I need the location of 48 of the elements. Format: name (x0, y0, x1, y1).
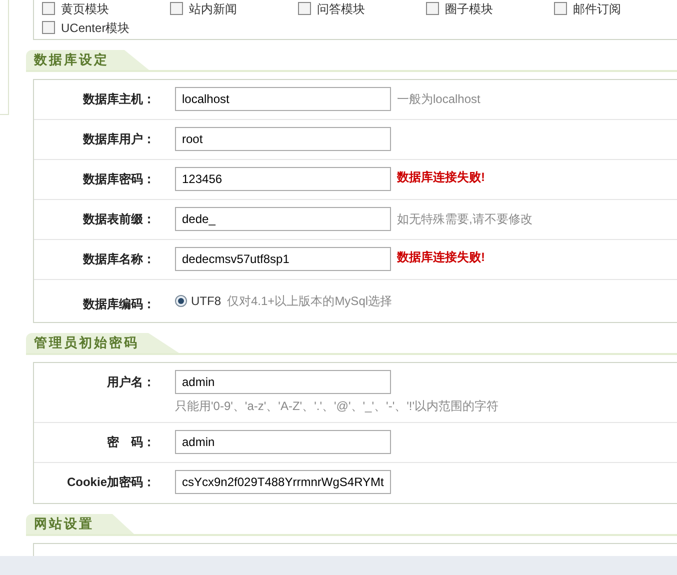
text-field[interactable]: admin (175, 430, 391, 454)
field-value: admin (182, 434, 215, 451)
field-value: 123456 (182, 171, 222, 188)
section-header: 数据库设定 (26, 50, 149, 70)
checkbox[interactable] (170, 2, 183, 15)
field-label: 密 码： (106, 434, 155, 451)
field-label: 用户名： (106, 374, 155, 391)
checkbox-label: 圈子模块 (445, 0, 493, 18)
field-label: 数据表前缀： (82, 211, 155, 228)
checkbox[interactable] (298, 2, 311, 15)
field-label: 数据库密码： (82, 171, 155, 188)
section-header: 管理员初始密码 (26, 333, 179, 353)
hint-text: 如无特殊需要,请不要修改 (397, 211, 532, 228)
checkbox[interactable] (42, 2, 55, 15)
field-label: 数据库名称： (82, 251, 155, 268)
text-field[interactable]: admin (175, 370, 391, 394)
hint-text: 只能用'0-9'、'a-z'、'A-Z'、'.'、'@'、'_'、'-'、'!'以内范围的字符 (175, 398, 499, 415)
error-message: 数据库连接失败! (397, 169, 485, 186)
text-field[interactable]: dedecmsv57utf8sp1 (175, 247, 391, 271)
field-label: 数据库用户： (82, 131, 155, 148)
checkbox-label: UCenter模块 (61, 20, 130, 36)
checkbox[interactable] (426, 2, 439, 15)
field-value: root (182, 131, 203, 148)
radio-button[interactable] (175, 295, 187, 307)
hint-text: 一般为localhost (397, 91, 480, 108)
field-label: 数据库编码： (82, 296, 155, 313)
field-value: dedecmsv57utf8sp1 (182, 251, 290, 268)
checkbox-label: 站内新闻 (189, 0, 237, 18)
text-field[interactable]: root (175, 127, 391, 151)
error-message: 数据库连接失败! (397, 249, 485, 266)
checkbox-label: 邮件订阅 (573, 0, 621, 18)
radio-label: UTF8 (191, 293, 221, 310)
field-label: 数据库主机： (82, 91, 155, 108)
field-value: csYcx9n2f029T488YrrmnrWgS4RYMt (182, 474, 384, 491)
field-label: Cookie加密码： (66, 474, 155, 491)
checkbox-label: 黄页模块 (61, 0, 109, 18)
checkbox[interactable] (554, 2, 567, 15)
field-value: admin (182, 374, 215, 391)
hint-text: 仅对4.1+以上版本的MySql选择 (227, 293, 392, 310)
text-field[interactable]: 123456 (175, 167, 391, 191)
checkbox-label: 问答模块 (317, 0, 365, 18)
field-value: dede_ (182, 211, 216, 228)
text-field[interactable]: dede_ (175, 207, 391, 231)
section-header: 网站设置 (26, 514, 134, 534)
checkbox[interactable] (42, 21, 55, 34)
text-field[interactable]: localhost (175, 87, 391, 111)
field-value: localhost (182, 91, 230, 108)
text-field[interactable]: csYcx9n2f029T488YrrmnrWgS4RYMt (175, 470, 391, 494)
